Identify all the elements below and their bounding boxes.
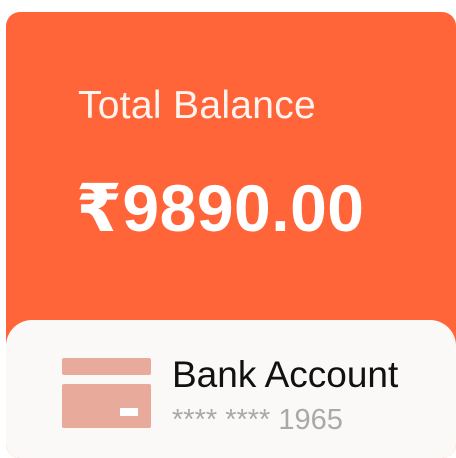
total-balance-amount: ₹9890.00 (76, 171, 365, 245)
bank-account-row[interactable]: Bank Account **** **** 1965 (6, 320, 456, 458)
masked-account-number: **** **** 1965 (172, 404, 343, 436)
balance-card: Total Balance ₹9890.00 Bank Account ****… (6, 12, 456, 458)
total-balance-label: Total Balance (78, 84, 317, 127)
bank-account-title: Bank Account (172, 354, 399, 395)
credit-card-icon (62, 358, 151, 428)
